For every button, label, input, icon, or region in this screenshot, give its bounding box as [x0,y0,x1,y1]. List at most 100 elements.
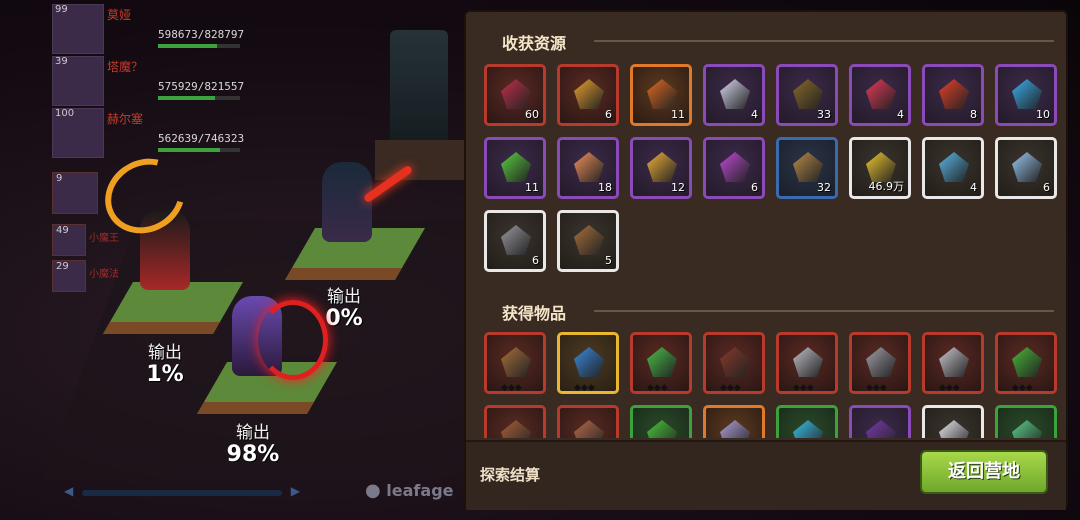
star-rating: ◆◆◆ [793,383,814,393]
hero-output-pct: 98% [226,442,280,467]
star-rating: ◆◆◆ [647,383,668,393]
wood-branch-icon [793,79,823,109]
item-slot[interactable] [995,405,1057,438]
item-slot[interactable]: ◆◆◆ [922,332,984,394]
resource-slot[interactable]: 60 [484,64,546,126]
dark-ore-icon [501,79,531,109]
resource-slot[interactable]: 11 [630,64,692,126]
purple-gem-icon [720,420,750,438]
item-count: 4 [897,108,904,121]
reserve-level: 9 [56,173,63,184]
item-slot[interactable]: ◆◆◆ [703,332,765,394]
right-arrow-icon: ▶ [290,484,300,498]
resource-slot[interactable]: 5 [557,210,619,272]
star-rating: ◆◆◆ [939,383,960,393]
star-rating: ◆◆◆ [574,383,595,393]
item-count: 11 [671,108,685,121]
member-hp: 562639/746323 [158,132,245,145]
resource-slot[interactable]: 4 [703,64,765,126]
reserve-slot-3[interactable]: 29 小魔法 [52,260,119,292]
divider [594,40,1054,42]
item-slot[interactable]: ◆◆◆ [776,332,838,394]
resource-slot[interactable]: 6 [484,210,546,272]
pillar-base [375,140,465,180]
resource-slot[interactable]: 6 [703,137,765,199]
item-slot[interactable] [703,405,765,438]
reserve-slot-1[interactable]: 9 [52,172,98,214]
item-slot[interactable] [776,405,838,438]
resource-slot[interactable]: 4 [922,137,984,199]
hp-bar [158,44,240,48]
resource-slot[interactable]: 8 [922,64,984,126]
item-slot[interactable] [557,405,619,438]
belt-icon [574,420,604,438]
item-count: 12 [671,181,685,194]
vest-icon [501,420,531,438]
salt-pile-icon [1012,152,1042,182]
divider [594,310,1054,312]
item-slot[interactable] [922,405,984,438]
team-member-1[interactable]: 99 莫娅 598673/828797 [52,4,244,54]
resource-slot[interactable]: 18 [557,137,619,199]
resource-slot[interactable]: 4 [849,64,911,126]
reserve-level: 49 [56,225,69,236]
hp-bar [158,96,240,100]
resource-slot[interactable]: 6 [995,137,1057,199]
flame-crest-icon [574,79,604,109]
item-count: 32 [817,181,831,194]
resource-slot[interactable]: 10 [995,64,1057,126]
item-slot[interactable] [630,405,692,438]
red-bow-icon [258,300,328,380]
plate-armor-icon [866,347,896,377]
hero-output-label: 输出 [148,343,182,363]
resource-slot[interactable]: 32 [776,137,838,199]
resource-slot[interactable]: 33 [776,64,838,126]
red-crystal-icon [866,79,896,109]
resource-slot[interactable]: 46.9万 [849,137,911,199]
item-slot[interactable]: ◆◆◆ [630,332,692,394]
member-level: 100 [55,108,75,119]
battle-axe-icon [793,347,823,377]
item-slot[interactable]: ◆◆◆ [557,332,619,394]
item-slot[interactable] [484,405,546,438]
speed-slider[interactable]: ◀ ▶ [64,484,300,500]
log-pile-icon [574,225,604,255]
member-name: 赫尔塞 [107,112,144,126]
item-count: 6 [751,181,758,194]
settlement-label: 探索结算 [480,466,541,484]
left-arrow-icon: ◀ [64,484,74,498]
chat-bubble-icon: ● [365,480,381,501]
member-level: 99 [55,4,68,15]
member-hp: 575929/821557 [158,80,245,93]
exploration-result-panel: 收获资源 60 6 11 4 33 4 8 10 11 18 12 6 32 46.9万 4 6 6 5 获得物品… [464,10,1068,510]
item-slot[interactable]: ◆◆◆ [484,332,546,394]
return-camp-button[interactable]: 返回营地 [920,450,1048,494]
blue-crystal-icon [1012,79,1042,109]
member-name: 塔魔？ [107,60,144,74]
stone-icon [501,225,531,255]
items-title: 获得物品 [502,304,567,323]
team-member-3[interactable]: 100 赫尔塞 562639/746323 [52,108,244,158]
item-slot[interactable] [849,405,911,438]
fire-crystal-icon [939,79,969,109]
item-count: 4 [970,181,977,194]
resource-slot[interactable]: 6 [557,64,619,126]
reserve-level: 29 [56,261,69,272]
resource-slot[interactable]: 12 [630,137,692,199]
item-count: 60 [525,108,539,121]
items-grid[interactable]: ◆◆◆ ◆◆◆ ◆◆◆ ◆◆◆ ◆◆◆ ◆◆◆ ◆◆◆ ◆◆◆ [484,332,1064,438]
ice-shard-icon [939,152,969,182]
chat-bar[interactable]: ● leafage [365,480,454,501]
team-member-2[interactable]: 39 塔魔？ 575929/821557 [52,56,244,106]
member-name: 莫娅 [107,8,132,22]
hero-mage[interactable] [322,162,372,242]
item-count: 33 [817,108,831,121]
member-level: 39 [55,56,68,67]
hero-output-pct: 1% [146,362,184,387]
white-crystal-icon [720,79,750,109]
resource-slot[interactable]: 11 [484,137,546,199]
item-slot[interactable]: ◆◆◆ [995,332,1057,394]
item-slot[interactable]: ◆◆◆ [849,332,911,394]
coal-icon [647,79,677,109]
reserve-slot-2[interactable]: 49 小魔王 [52,224,119,256]
